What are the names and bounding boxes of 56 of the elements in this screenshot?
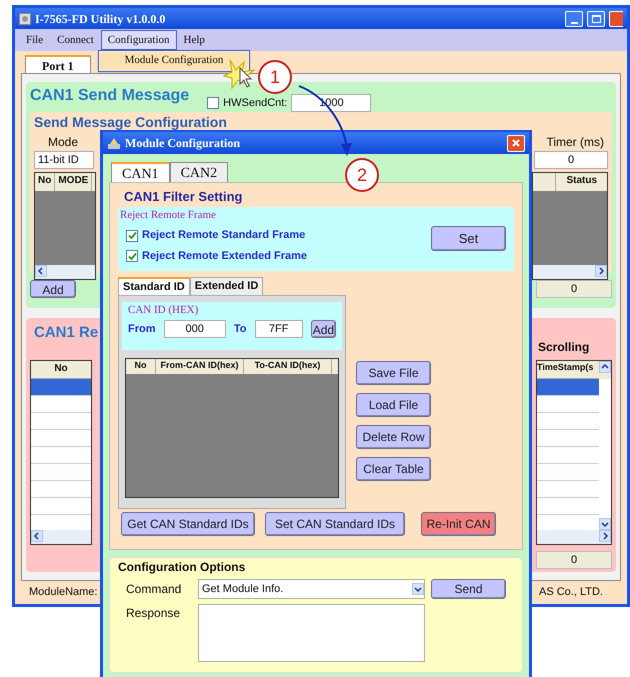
panel-title: CAN1 Filter Setting [123,188,244,206]
panel-title: Configuration Options [118,559,246,576]
mode-label: Mode [47,134,78,151]
checkbox-label: Reject Remote Extended Frame [142,248,308,264]
dialog-title: Module Configuration [125,135,240,152]
count-field: 0 [536,550,612,569]
tab[interactable]: Standard ID [118,276,190,294]
tab[interactable]: Port 1 [25,55,91,73]
action-button[interactable]: Clear Table [356,456,431,480]
timer-label: Timer (ms) [546,134,605,151]
tab[interactable]: CAN1 [111,162,170,182]
menu-item[interactable]: Configuration [100,30,177,50]
module-name-label: ModuleName: [29,584,98,600]
tab[interactable]: Extended ID [190,276,264,294]
panel-title: CAN1 Send Message [30,86,190,106]
panel-title: CAN1 Re [33,322,98,343]
column-header: From-CAN ID(hex) [156,358,244,374]
command-label: Command [125,581,182,598]
column-header: No [35,173,56,191]
scrolling-label: Scrolling [538,338,590,356]
column-header: MODE [55,173,92,191]
column-header: To-CAN ID(hex) [244,358,332,374]
timer-field[interactable]: 0 [534,151,608,169]
checkbox-label: HWSendCnt: [223,96,288,111]
menu-item[interactable]: Connect [50,30,101,50]
menu-item[interactable]: Help [176,30,212,50]
action-button[interactable]: Save File [356,360,431,384]
tab[interactable]: CAN2 [170,162,228,182]
to-label: To [234,322,247,337]
action-button[interactable]: Set CAN Standard IDs [265,512,405,536]
from-field[interactable]: 000 [164,320,226,338]
mode-select[interactable]: 11-bit ID [34,151,94,169]
window-title: I-7565-FD Utility v1.0.0.0 [35,10,166,28]
action-button[interactable]: Re-Init CAN [421,512,496,536]
response-label: Response [125,605,182,622]
menu-item[interactable]: Module Configuration [100,52,248,70]
panel-title: Send Message Configuration [34,113,228,132]
group-title: CAN ID (HEX) [128,302,200,318]
menu-item[interactable]: File [19,30,50,50]
add-button[interactable]: Add [30,280,76,298]
action-button[interactable]: Load File [356,392,431,416]
column-header: No [31,360,91,379]
from-label: From [128,322,156,337]
set-button[interactable]: Set [431,226,506,251]
send-button[interactable]: Send [431,579,506,599]
action-button[interactable]: Get CAN Standard IDs [121,512,255,536]
column-header: No [126,358,156,374]
column-header: Status [555,173,607,191]
group-title: Reject Remote Frame [120,208,217,223]
add-button[interactable]: Add [310,320,336,338]
action-button[interactable]: Delete Row [356,424,431,448]
checkbox-label: Reject Remote Standard Frame [142,228,306,244]
to-field[interactable]: 7FF [254,320,303,338]
company-label: AS Co., LTD. [539,584,604,600]
command-select[interactable]: Get Module Info. [198,579,425,599]
count-field: 0 [536,280,612,298]
